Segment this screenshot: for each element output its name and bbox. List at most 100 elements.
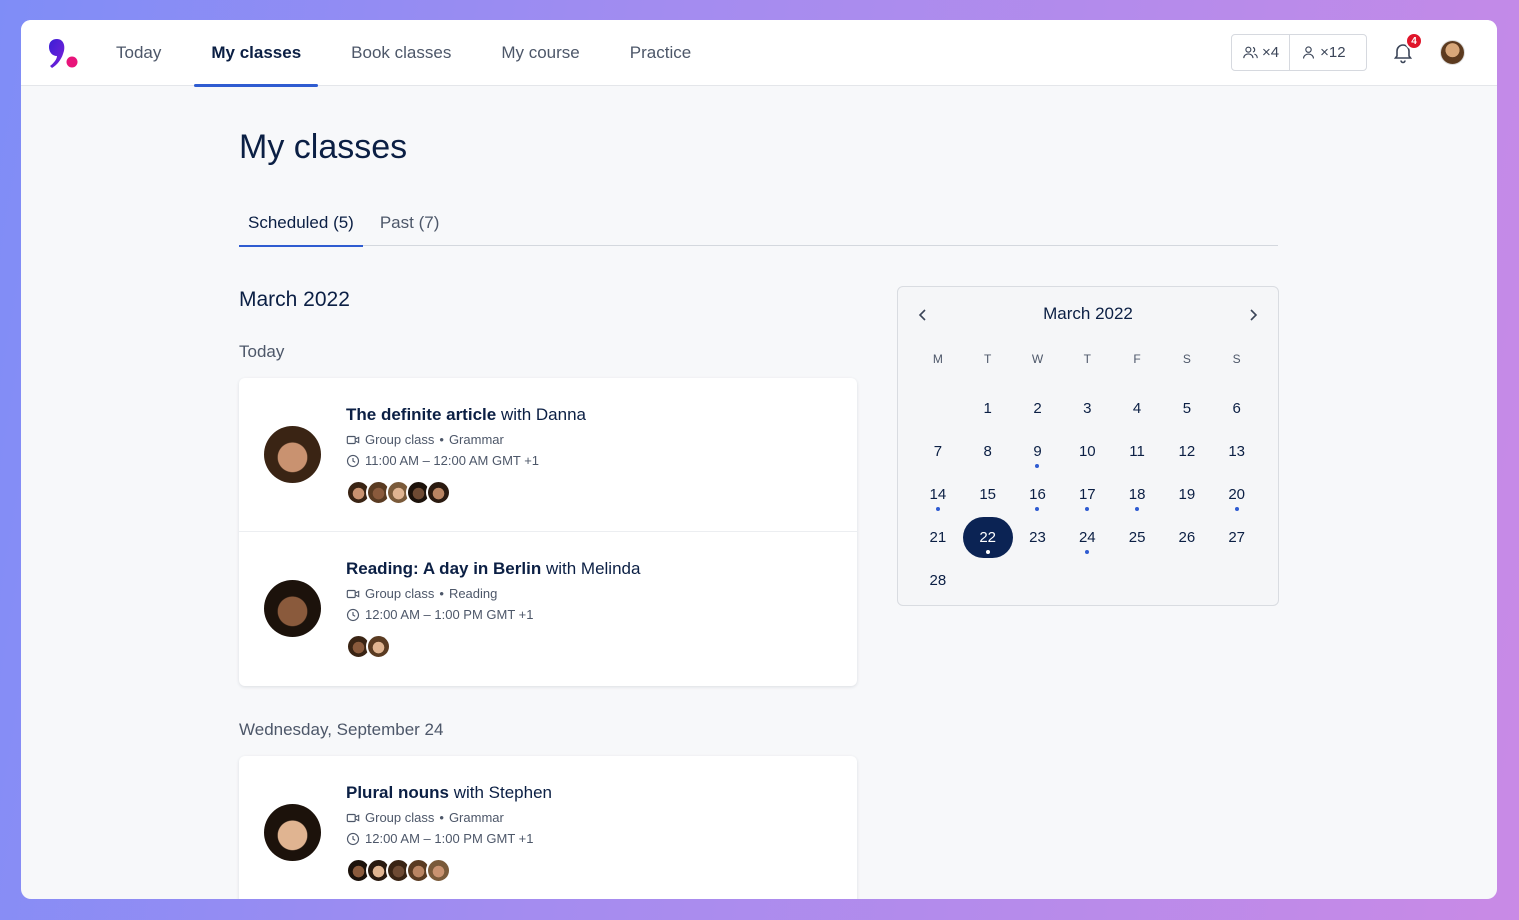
class-time-line: 11:00 AM – 12:00 AM GMT +1: [346, 453, 539, 468]
calendar-day-number: 17: [1062, 474, 1112, 515]
group-label: Today: [239, 342, 285, 361]
calendar-day-number: 13: [1228, 443, 1246, 460]
calendar-day[interactable]: 8: [963, 430, 1013, 473]
weekday-label: F: [1133, 352, 1141, 366]
attendee-avatar: [366, 634, 391, 659]
app-window: Today My classes Book classes My course Prac…: [21, 20, 1497, 899]
nav-link-practice[interactable]: Practice: [613, 20, 708, 86]
calendar-day[interactable]: 23: [1013, 516, 1063, 559]
calendar-day-number: 14: [913, 474, 963, 515]
class-time: 12:00 AM – 1:00 PM GMT +1: [365, 607, 534, 622]
attendee-avatar: [426, 480, 451, 505]
class-item[interactable]: Reading: A day in Berlin with Melinda Gro…: [239, 532, 857, 686]
class-indicator-dot: [1234, 507, 1239, 511]
attendee-avatars: [346, 858, 451, 883]
calendar-day[interactable]: 7: [913, 430, 963, 473]
class-teacher: with Melinda: [545, 559, 641, 578]
calendar-day-number: 24: [1062, 517, 1112, 558]
calendar-day-number: 3: [1083, 400, 1092, 417]
calendar-day[interactable]: 21: [913, 516, 963, 559]
notification-badge: 4: [1405, 32, 1423, 50]
calendar-day[interactable]: 28: [913, 559, 963, 602]
calendar-day-number: 1: [983, 400, 992, 417]
video-camera-icon: [346, 435, 360, 444]
month-heading: March 2022: [239, 288, 350, 311]
tab-scheduled[interactable]: Scheduled (5): [239, 200, 363, 247]
class-title: Reading: A day in Berlin with Melinda: [346, 559, 640, 579]
calendar-day-number: 12: [1178, 443, 1196, 460]
class-title: Plural nouns with Stephen: [346, 783, 552, 803]
calendar-day[interactable]: 5: [1162, 387, 1212, 430]
private-credits[interactable]: ×12: [1289, 35, 1355, 70]
class-type: Group class: [365, 810, 435, 825]
calendar-day[interactable]: 11: [1112, 430, 1162, 473]
calendar-day-number: 19: [1178, 486, 1196, 503]
class-teacher: with Danna: [500, 405, 586, 424]
class-item[interactable]: The definite article with Danna Group cla…: [239, 378, 857, 532]
weekday-label: W: [1031, 352, 1044, 366]
class-name: Plural nouns: [346, 783, 449, 802]
class-indicator-dot: [1085, 507, 1090, 511]
calendar-day-number: 15: [979, 486, 997, 503]
weekday-label: T: [1083, 352, 1091, 366]
nav-link-today[interactable]: Today: [99, 20, 178, 86]
calendar-day[interactable]: 19: [1162, 473, 1212, 516]
clock-icon: [346, 454, 360, 467]
chevron-right-icon[interactable]: [1245, 307, 1261, 323]
class-type-line: Group class • Grammar: [346, 810, 504, 825]
calendar-day[interactable]: 26: [1162, 516, 1212, 559]
calendar-day[interactable]: 17: [1062, 473, 1112, 516]
calendar-day[interactable]: 27: [1212, 516, 1262, 559]
calendar-day-number: 2: [1033, 400, 1042, 417]
calendar-day-number: 4: [1132, 400, 1142, 417]
group-credits[interactable]: ×4: [1232, 35, 1289, 70]
nav-link-my-course[interactable]: My course: [484, 20, 596, 86]
calendar-day[interactable]: 6: [1212, 387, 1262, 430]
teacher-avatar: [264, 804, 321, 861]
tab-past[interactable]: Past (7): [371, 200, 449, 246]
group-users-icon: [1243, 46, 1258, 59]
class-time-line: 12:00 AM – 1:00 PM GMT +1: [346, 607, 534, 622]
calendar-day[interactable]: 14: [913, 473, 963, 516]
calendar-day[interactable]: 20: [1212, 473, 1262, 516]
class-name: Reading: A day in Berlin: [346, 559, 542, 578]
calendar-day[interactable]: 2: [1013, 387, 1063, 430]
calendar-day[interactable]: 4: [1112, 387, 1162, 430]
class-indicator-dot: [1085, 550, 1090, 554]
calendar-day[interactable]: 1: [963, 387, 1013, 430]
calendar-day-number: 9: [1013, 431, 1063, 472]
user-avatar[interactable]: [1440, 40, 1465, 65]
calendar-grid: M T W T F S S 1 2 3 4 5 6 7 8 9 10 11 12 13 14 15 16 17 18 19 20 21…: [913, 347, 1262, 602]
calendar-day[interactable]: 24: [1062, 516, 1112, 559]
calendar-day[interactable]: 13: [1212, 430, 1262, 473]
weekday-label: T: [984, 352, 992, 366]
class-type-line: Group class • Reading: [346, 586, 497, 601]
calendar-day[interactable]: 12: [1162, 430, 1212, 473]
calendar-day[interactable]: 18: [1112, 473, 1162, 516]
class-time: 12:00 AM – 1:00 PM GMT +1: [365, 831, 534, 846]
nav-link-book-classes[interactable]: Book classes: [334, 20, 468, 86]
calendar-day[interactable]: 9: [1013, 430, 1063, 473]
class-type: Group class: [365, 432, 435, 447]
class-item[interactable]: Plural nouns with Stephen Group class • Gra…: [239, 756, 857, 899]
nav-link-my-classes[interactable]: My classes: [194, 20, 318, 87]
calendar-day-number: 22: [962, 517, 1013, 558]
class-topic: Reading: [448, 586, 498, 601]
credits-display[interactable]: ×4 ×12: [1231, 34, 1367, 71]
class-name: The definite article: [346, 405, 497, 424]
class-indicator-dot: [985, 550, 990, 554]
calendar-day[interactable]: 22: [962, 516, 1013, 559]
teacher-avatar: [264, 426, 321, 483]
calendar-day-number: 5: [1182, 400, 1192, 417]
class-list-card: The definite article with Danna Group cla…: [239, 378, 857, 686]
calendar-day[interactable]: 16: [1013, 473, 1063, 516]
calendar-day[interactable]: 15: [963, 473, 1013, 516]
attendee-avatars: [346, 634, 391, 659]
brand-logo-icon[interactable]: [47, 37, 79, 71]
calendar-day[interactable]: 3: [1062, 387, 1112, 430]
calendar-day[interactable]: 10: [1062, 430, 1112, 473]
calendar-day[interactable]: 25: [1112, 516, 1162, 559]
class-topic: Grammar: [448, 810, 504, 825]
class-teacher: with Stephen: [453, 783, 552, 802]
nav-links: Today My classes Book classes My course Prac…: [99, 20, 724, 87]
